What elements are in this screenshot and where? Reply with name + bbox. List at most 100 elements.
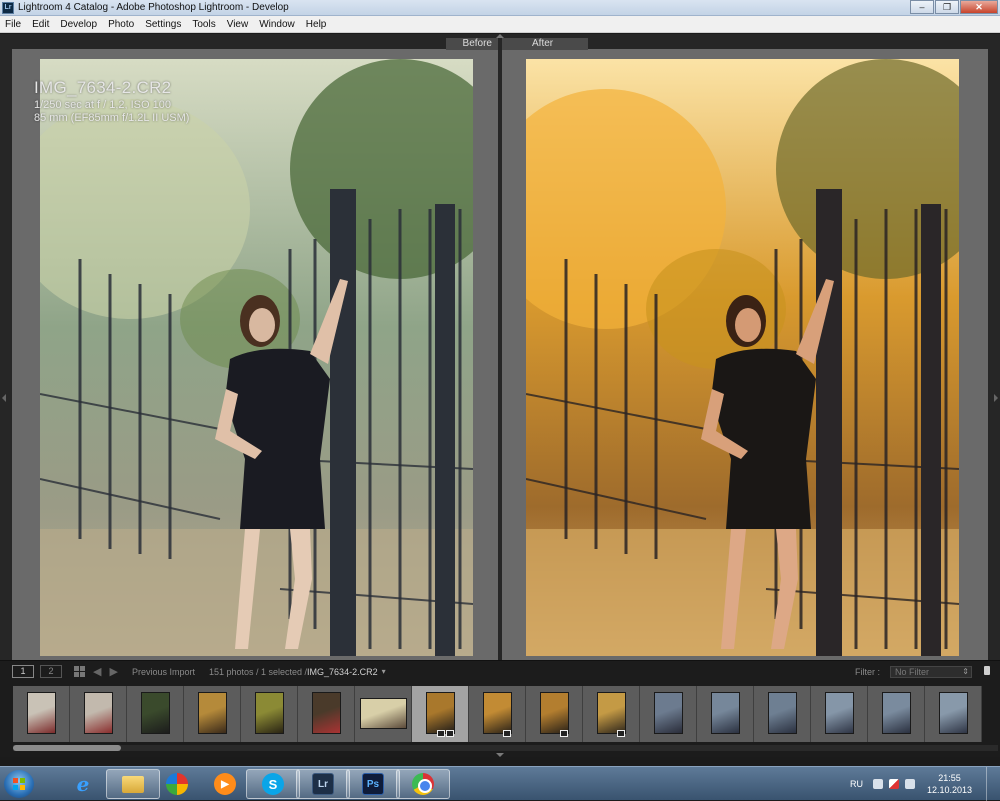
- filmstrip-thumbnail[interactable]: [127, 686, 184, 742]
- menu-help[interactable]: Help: [306, 19, 327, 30]
- crop-badge-icon[interactable]: [437, 730, 445, 737]
- filmstrip-thumbnail[interactable]: [184, 686, 241, 742]
- thumbnail-image: [654, 692, 683, 734]
- taskbar-photoshop[interactable]: Ps: [346, 769, 400, 799]
- thumbnail-image: [198, 692, 227, 734]
- develop-adjusted-badge-icon[interactable]: [617, 730, 625, 737]
- restore-button[interactable]: ❐: [935, 0, 959, 14]
- taskbar-media-player[interactable]: ▶: [198, 769, 252, 799]
- filmstrip-thumbnail[interactable]: [868, 686, 925, 742]
- lightroom-icon: Lr: [312, 773, 334, 795]
- right-panel-toggle-icon[interactable]: [994, 394, 998, 402]
- taskbar-picasa[interactable]: [150, 769, 204, 799]
- menu-settings[interactable]: Settings: [145, 19, 181, 30]
- taskbar-skype[interactable]: S: [246, 769, 300, 799]
- taskbar-lightroom[interactable]: Lr: [296, 769, 350, 799]
- before-label: Before: [446, 38, 498, 50]
- clock-date: 12.10.2013: [926, 785, 972, 795]
- menu-photo[interactable]: Photo: [108, 19, 134, 30]
- filmstrip-thumbnail[interactable]: [355, 686, 412, 742]
- info-filename: IMG_7634-2.CR2: [34, 78, 172, 97]
- photo-info-overlay: IMG_7634-2.CR2 1/250 sec at f / 1,2, ISO…: [34, 78, 189, 124]
- filmstrip-thumbnail[interactable]: [583, 686, 640, 742]
- minimize-button[interactable]: –: [910, 0, 934, 14]
- menu-bar: File Edit Develop Photo Settings Tools V…: [0, 16, 1000, 33]
- thumbnail-image: [27, 692, 56, 734]
- left-panel-toggle-icon[interactable]: [2, 394, 6, 402]
- back-arrow-icon[interactable]: ◀: [93, 665, 101, 678]
- source-label[interactable]: Previous Import: [132, 667, 195, 677]
- menu-edit[interactable]: Edit: [32, 19, 49, 30]
- filter-label: Filter :: [854, 666, 880, 677]
- lightroom-app-icon: Lr: [2, 1, 14, 14]
- filmstrip-scroll-thumb[interactable]: [13, 745, 122, 751]
- thumbnail-image: [597, 692, 626, 734]
- thumbnail-image: [540, 692, 569, 734]
- filmstrip-thumbnail[interactable]: [526, 686, 583, 742]
- window-title-bar: Lr Lightroom 4 Catalog - Adobe Photoshop…: [0, 0, 1000, 16]
- show-desktop-button[interactable]: [986, 767, 998, 801]
- thumbnail-image: [426, 692, 455, 734]
- after-pane: After: [502, 38, 988, 660]
- after-photo[interactable]: [526, 59, 959, 656]
- menu-view[interactable]: View: [227, 19, 249, 30]
- start-button[interactable]: [4, 770, 34, 798]
- menu-develop[interactable]: Develop: [60, 19, 97, 30]
- filmstrip-thumbnail[interactable]: [241, 686, 298, 742]
- filmstrip-thumbnail[interactable]: [811, 686, 868, 742]
- filmstrip-thumbnail[interactable]: [469, 686, 526, 742]
- before-photo[interactable]: [40, 59, 473, 656]
- filmstrip-thumbnails: [13, 686, 982, 742]
- thumbnail-image: [768, 692, 797, 734]
- thumbnail-image: [939, 692, 968, 734]
- internet-explorer-icon: e: [76, 772, 90, 796]
- thumbnail-image: [882, 692, 911, 734]
- after-photo-image: [526, 59, 959, 656]
- current-file-label[interactable]: IMG_7634-2.CR2: [307, 667, 378, 677]
- filmstrip-thumbnail[interactable]: [754, 686, 811, 742]
- filter-select[interactable]: No Filter: [890, 665, 972, 678]
- bottom-panel-toggle-icon[interactable]: [496, 753, 504, 757]
- grid-view-icon[interactable]: [74, 666, 85, 677]
- photo-count-label: 151 photos / 1 selected /: [208, 666, 308, 677]
- forward-arrow-icon[interactable]: ▶: [109, 665, 117, 678]
- secondary-window-button[interactable]: 2: [40, 665, 62, 678]
- chrome-icon: [412, 773, 434, 795]
- filmstrip-thumbnail[interactable]: [13, 686, 70, 742]
- filmstrip-thumbnail[interactable]: [70, 686, 127, 742]
- after-label: After: [502, 38, 588, 50]
- language-indicator[interactable]: RU: [850, 779, 863, 789]
- file-menu-caret-icon[interactable]: ▾: [382, 667, 386, 676]
- develop-adjusted-badge-icon[interactable]: [503, 730, 511, 737]
- filmstrip-thumbnail[interactable]: [640, 686, 697, 742]
- photoshop-icon: Ps: [362, 773, 384, 795]
- close-button[interactable]: ✕: [960, 0, 998, 14]
- filmstrip-thumbnail[interactable]: [925, 686, 982, 742]
- menu-file[interactable]: File: [5, 19, 21, 30]
- filmstrip-scrollbar[interactable]: [13, 745, 998, 751]
- thumbnail-image: [141, 692, 170, 734]
- filmstrip-thumbnail[interactable]: [697, 686, 754, 742]
- chevron-up-icon[interactable]: [872, 779, 883, 789]
- windows-taskbar: e ▶ S Lr Ps RU 21:55 12.10.2013: [0, 766, 1000, 801]
- filmstrip-thumbnail[interactable]: [412, 686, 469, 742]
- network-icon[interactable]: [904, 779, 915, 789]
- action-center-flag-icon[interactable]: [888, 779, 899, 789]
- develop-adjusted-badge-icon[interactable]: [560, 730, 568, 737]
- thumbnail-image: [255, 692, 284, 734]
- clock[interactable]: 21:55 12.10.2013: [927, 772, 972, 796]
- primary-window-button[interactable]: 1: [12, 665, 34, 678]
- menu-window[interactable]: Window: [259, 19, 295, 30]
- windows-logo-icon: [13, 778, 25, 790]
- taskbar-internet-explorer[interactable]: e: [56, 769, 110, 799]
- thumbnail-image: [312, 692, 341, 734]
- filter-lock-icon[interactable]: [984, 666, 990, 675]
- system-tray: RU 21:55 12.10.2013: [850, 767, 998, 801]
- taskbar-chrome[interactable]: [396, 769, 450, 799]
- filmstrip-thumbnail[interactable]: [298, 686, 355, 742]
- info-exposure: 1/250 sec at f / 1,2, ISO 100: [34, 99, 171, 111]
- clock-time: 21:55: [938, 773, 961, 783]
- thumbnail-image: [360, 698, 407, 729]
- develop-adjusted-badge-icon[interactable]: [446, 730, 454, 737]
- menu-tools[interactable]: Tools: [192, 19, 215, 30]
